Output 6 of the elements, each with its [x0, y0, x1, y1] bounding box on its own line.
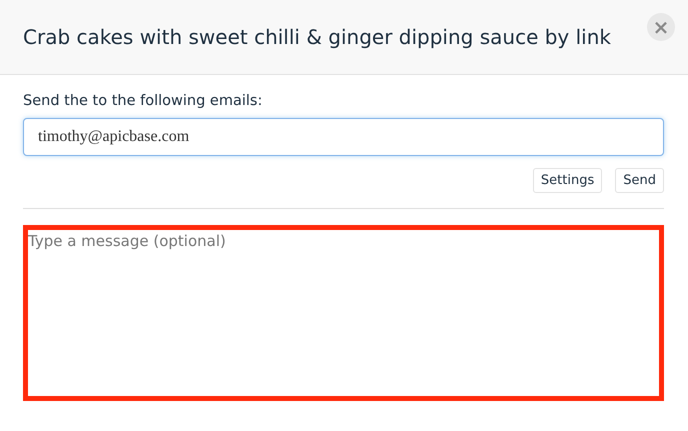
field-label: Send the to the following emails:: [23, 93, 264, 109]
settings-button[interactable]: Settings: [532, 168, 602, 193]
send-button[interactable]: Send: [615, 168, 664, 193]
message-field[interactable]: Type a message (optional): [23, 225, 664, 401]
email-field[interactable]: timothy@apicbase.com: [23, 118, 664, 156]
dialog-title: Crab cakes with sweet chilli & ginger dipping sauce by link: [23, 25, 611, 49]
